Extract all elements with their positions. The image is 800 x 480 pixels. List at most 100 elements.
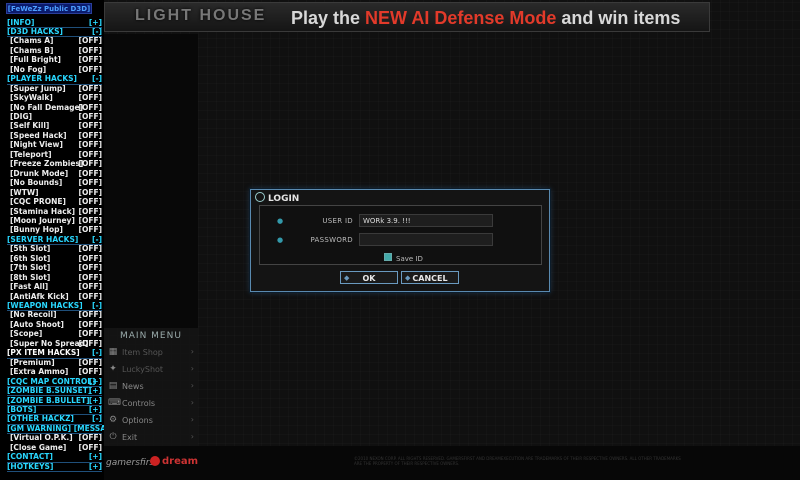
- cheat-row-state: [OFF]: [78, 45, 102, 55]
- cheat-option-row[interactable]: [Close Game] [OFF]: [7, 443, 102, 452]
- cheat-section-row[interactable]: [HOTKEYS] [+]: [7, 461, 102, 473]
- cheat-option-row[interactable]: [5th Slot] [OFF]: [7, 244, 102, 253]
- cheat-option-row[interactable]: [7th Slot] [OFF]: [7, 263, 102, 272]
- cheat-row-label: [PX ITEM HACKS]: [7, 348, 80, 358]
- cheat-row-state: [-]: [92, 74, 102, 84]
- cheat-row-state: [OFF]: [78, 263, 102, 273]
- password-field[interactable]: [359, 233, 493, 246]
- main-menu-item[interactable]: ▦ Item Shop ›: [104, 344, 198, 361]
- cheat-option-row[interactable]: [Scope] [OFF]: [7, 329, 102, 338]
- main-menu-item[interactable]: ⚙ Options ›: [104, 412, 198, 429]
- cheat-row-label: [6th Slot]: [10, 253, 51, 263]
- cheat-row-label: [Fast All]: [10, 282, 49, 292]
- cheat-row-state: [+]: [88, 376, 102, 386]
- button-marker-icon: ◆: [344, 274, 350, 282]
- cheat-option-row[interactable]: [Freeze Zombies] [OFF]: [7, 159, 102, 168]
- cheat-row-state: [OFF]: [78, 55, 102, 65]
- cheat-option-row[interactable]: [Chams B] [OFF]: [7, 46, 102, 55]
- cheat-option-row[interactable]: [Drunk Mode] [OFF]: [7, 169, 102, 178]
- cheat-row-label: [Premium]: [10, 357, 55, 367]
- main-menu-item-label: Item Shop: [122, 348, 163, 357]
- save-id-checkbox[interactable]: Save ID: [384, 253, 423, 263]
- ok-button[interactable]: ◆ OK: [340, 271, 398, 284]
- cheat-row-label: [CQC MAP CONTROL]: [7, 376, 96, 386]
- cheat-option-row[interactable]: [6th Slot] [OFF]: [7, 254, 102, 263]
- cheat-option-row[interactable]: [Self Kill] [OFF]: [7, 121, 102, 130]
- main-menu-item[interactable]: ✦ LuckyShot ›: [104, 361, 198, 378]
- chevron-right-icon: ›: [190, 415, 194, 424]
- cheat-row-state: [OFF]: [78, 140, 102, 150]
- cheat-option-row[interactable]: [Fast All] [OFF]: [7, 282, 102, 291]
- cheat-row-state: [OFF]: [78, 357, 102, 367]
- cheat-row-state: [OFF]: [78, 206, 102, 216]
- cheat-row-state: [OFF]: [78, 130, 102, 140]
- cheat-option-row[interactable]: [Night View] [OFF]: [7, 140, 102, 149]
- cheat-row-state: [+]: [88, 461, 102, 471]
- cheat-row-label: [Auto Shoot]: [10, 319, 64, 329]
- cancel-button[interactable]: ◆ CANCEL: [401, 271, 459, 284]
- cheat-option-row[interactable]: [Full Bright] [OFF]: [7, 55, 102, 64]
- cheat-row-label: [SERVER HACKS]: [7, 234, 79, 244]
- cheat-option-row[interactable]: [No Recoil] [OFF]: [7, 310, 102, 319]
- cheat-row-state: [OFF]: [78, 319, 102, 329]
- main-menu-item[interactable]: ▤ News ›: [104, 378, 198, 395]
- cheat-row-state: [OFF]: [78, 215, 102, 225]
- cheat-row-label: [Moon Journey]: [10, 215, 75, 225]
- cheat-row-label: [No Fall Demage]: [10, 102, 84, 112]
- cheat-row-label: [Extra Ammo]: [10, 367, 69, 377]
- cheat-option-row[interactable]: [WTW] [OFF]: [7, 188, 102, 197]
- login-dialog: LOGIN ● USER ID ● PASSWORD Save ID ◆OK ◆…: [250, 189, 550, 292]
- main-menu-item[interactable]: ⏻ Exit ›: [104, 429, 198, 446]
- main-menu-item[interactable]: ⌨ Controls ›: [104, 395, 198, 412]
- cheat-option-row[interactable]: [Extra Ammo] [OFF]: [7, 367, 102, 376]
- main-menu-item-label: Controls: [122, 399, 156, 408]
- cheat-option-row[interactable]: [Virtual O.P.K.] [OFF]: [7, 433, 102, 442]
- cheat-option-row[interactable]: [Speed Hack] [OFF]: [7, 131, 102, 140]
- cheat-row-state: [OFF]: [78, 112, 102, 121]
- banner-text: Play the NEW AI Defense Mode and win ite…: [291, 8, 681, 28]
- cheat-row-label: [ZOMBIE B.BULLET]: [7, 395, 90, 405]
- cheat-option-row[interactable]: [DIG] [OFF]: [7, 112, 102, 121]
- cheat-row-label: [HOTKEYS]: [7, 461, 54, 471]
- cheat-option-row[interactable]: [No Bounds] [OFF]: [7, 178, 102, 187]
- cheat-row-state: [OFF]: [78, 159, 102, 169]
- cheat-option-row[interactable]: [SkyWalk] [OFF]: [7, 93, 102, 102]
- cheat-option-row[interactable]: [No Fall Demage] [OFF]: [7, 103, 102, 112]
- cheat-row-label: [Super Jump]: [10, 83, 66, 93]
- cheat-row-label: [Full Bright]: [10, 55, 61, 65]
- cheat-option-row[interactable]: [Premium] [OFF]: [7, 358, 102, 367]
- cheat-row-label: [Scope]: [10, 329, 43, 339]
- cheat-row-state: [OFF]: [78, 149, 102, 159]
- cheat-option-row[interactable]: [Super Jump] [OFF]: [7, 84, 102, 93]
- cheat-row-label: [Teleport]: [10, 149, 52, 159]
- cheat-row-label: [Bunny Hop]: [10, 225, 63, 235]
- cheat-row-state: [OFF]: [78, 329, 102, 339]
- cheat-option-row[interactable]: [Auto Shoot] [OFF]: [7, 320, 102, 329]
- cheat-option-row[interactable]: [AntiAfk Kick] [OFF]: [7, 292, 102, 301]
- cheat-row-state: [+]: [88, 386, 102, 396]
- cheat-row-state: [+]: [88, 404, 102, 414]
- cheat-row-label: [BOTS]: [7, 404, 37, 414]
- cheat-option-row[interactable]: [Moon Journey] [OFF]: [7, 216, 102, 225]
- cheat-row-label: [PLAYER HACKS]: [7, 74, 77, 84]
- cheat-option-row[interactable]: [Chams A] [OFF]: [7, 36, 102, 45]
- main-menu-item-label: News: [122, 382, 144, 391]
- cheat-option-row[interactable]: [Bunny Hop] [OFF]: [7, 225, 102, 234]
- save-id-label: Save ID: [396, 255, 423, 263]
- cheat-row-state: [OFF]: [78, 272, 102, 282]
- chevron-right-icon: ›: [190, 398, 194, 407]
- cheat-row-state: [OFF]: [78, 225, 102, 235]
- lucky-icon: ✦: [109, 364, 117, 374]
- cheat-row-state: [OFF]: [78, 253, 102, 263]
- promo-banner[interactable]: LIGHT HOUSE Play the NEW AI Defense Mode…: [104, 2, 710, 32]
- cheat-option-row[interactable]: [Super No Spread] [OFF]: [7, 339, 102, 348]
- cheat-option-row[interactable]: [Teleport] [OFF]: [7, 150, 102, 159]
- cheat-option-row[interactable]: [No Fog] [OFF]: [7, 65, 102, 74]
- user-id-field[interactable]: [359, 214, 493, 227]
- cheat-row-label: [OTHER HACKZ]: [7, 414, 74, 424]
- cheat-option-row[interactable]: [CQC PRONE] [OFF]: [7, 197, 102, 206]
- cheat-option-row[interactable]: [Stamina Hack] [OFF]: [7, 207, 102, 216]
- login-title: LOGIN: [268, 194, 300, 204]
- cheat-option-row[interactable]: [8th Slot] [OFF]: [7, 273, 102, 282]
- cheat-row-state: [-]: [92, 348, 102, 358]
